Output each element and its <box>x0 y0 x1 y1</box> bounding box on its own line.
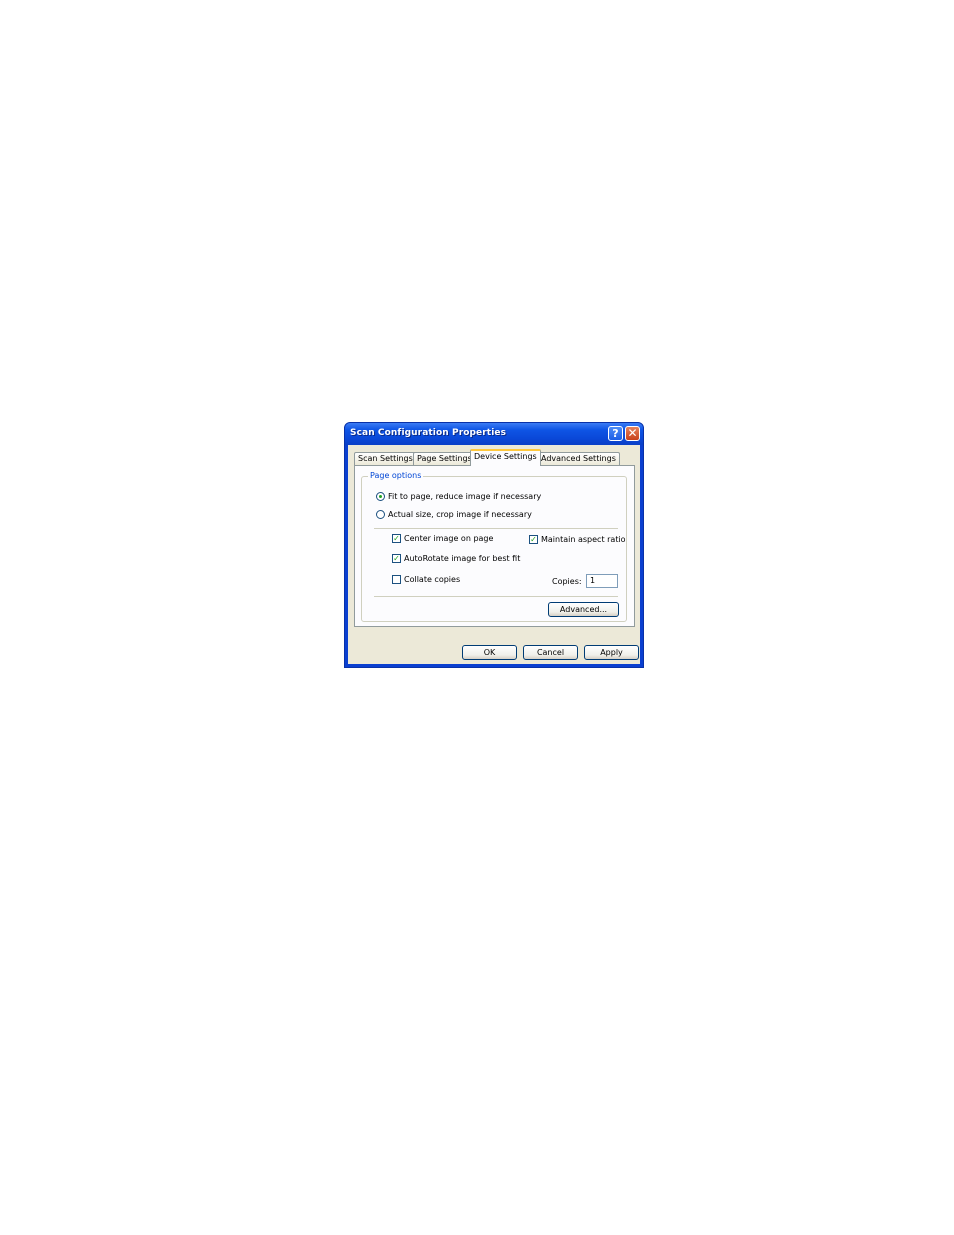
center-image-label: Center image on page <box>404 534 494 543</box>
actual-size-label: Actual size, crop image if necessary <box>388 510 532 519</box>
page-options-label: Page options <box>368 471 424 480</box>
radio-unselected-icon[interactable] <box>376 510 385 519</box>
collate-copies-label: Collate copies <box>404 575 461 584</box>
checkbox-checked-icon[interactable]: ✓ <box>529 535 538 544</box>
checkbox-unchecked-icon[interactable] <box>392 575 401 584</box>
apply-button[interactable]: Apply <box>584 645 639 660</box>
autorotate-checkbox[interactable]: ✓ AutoRotate image for best fit <box>392 554 520 563</box>
tab-device-settings[interactable]: Device Settings <box>470 449 541 466</box>
window-title: Scan Configuration Properties <box>350 428 507 438</box>
ok-button[interactable]: OK <box>462 645 517 660</box>
maintain-aspect-checkbox[interactable]: ✓ Maintain aspect ratio <box>529 535 626 544</box>
cancel-button[interactable]: Cancel <box>523 645 578 660</box>
collate-copies-checkbox[interactable]: Collate copies <box>392 575 460 584</box>
title-bar[interactable]: Scan Configuration Properties ? ✕ <box>345 423 643 445</box>
fit-to-page-radio[interactable]: Fit to page, reduce image if necessary <box>376 492 541 501</box>
tab-advanced-settings[interactable]: Advanced Settings <box>537 452 620 465</box>
fit-to-page-label: Fit to page, reduce image if necessary <box>388 492 542 501</box>
close-icon[interactable]: ✕ <box>625 426 640 441</box>
copies-input[interactable]: 1 <box>586 574 618 588</box>
maintain-aspect-label: Maintain aspect ratio <box>541 535 626 544</box>
checkbox-checked-icon[interactable]: ✓ <box>392 554 401 563</box>
center-image-checkbox[interactable]: ✓ Center image on page <box>392 534 493 543</box>
checkbox-checked-icon[interactable]: ✓ <box>392 534 401 543</box>
copies-label: Copies: <box>552 577 582 586</box>
dialog-window: Scan Configuration Properties ? ✕ Scan S… <box>344 422 644 668</box>
advanced-button[interactable]: Advanced... <box>548 602 619 617</box>
page-options-group: Page options Fit to page, reduce image i… <box>361 471 627 622</box>
autorotate-label: AutoRotate image for best fit <box>404 554 521 563</box>
tab-scan-settings[interactable]: Scan Settings <box>354 452 417 465</box>
actual-size-radio[interactable]: Actual size, crop image if necessary <box>376 510 532 519</box>
tab-page-settings[interactable]: Page Settings <box>413 452 476 465</box>
separator <box>374 596 618 597</box>
separator <box>374 528 618 529</box>
radio-selected-icon[interactable] <box>376 492 385 501</box>
tab-panel-device-settings: Page options Fit to page, reduce image i… <box>354 465 635 627</box>
help-icon[interactable]: ? <box>608 426 623 441</box>
dialog-client-area: Scan Settings Page Settings Device Setti… <box>348 445 640 664</box>
